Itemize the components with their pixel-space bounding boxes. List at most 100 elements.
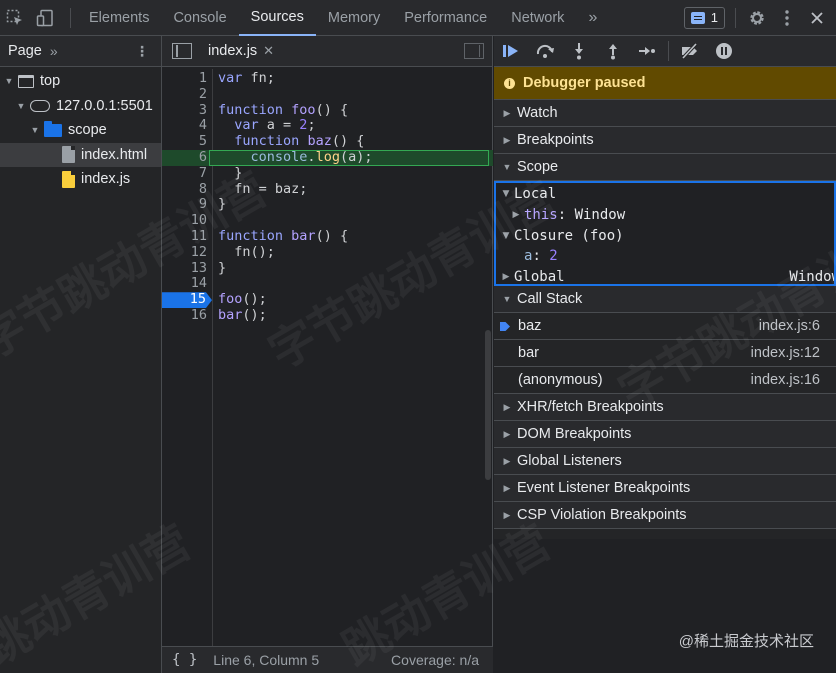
section-watch[interactable]: ▶ Watch — [494, 100, 836, 127]
toolbar-divider — [668, 41, 669, 61]
scope-local[interactable]: ▼ Local — [496, 184, 834, 205]
more-navigator-tabs-icon[interactable]: » — [50, 43, 58, 59]
section-event-listener-breakpoints[interactable]: ▶ Event Listener Breakpoints — [494, 475, 836, 502]
line-number[interactable]: 9 — [162, 197, 209, 213]
expand-triangle-icon[interactable]: ▼ — [16, 101, 26, 111]
close-tab-icon[interactable]: ✕ — [263, 43, 274, 59]
expand-triangle-icon: ▼ — [502, 162, 512, 172]
folder-icon — [44, 120, 62, 137]
code-line[interactable]: 9} — [162, 197, 493, 213]
tree-item-index-js[interactable]: index.js — [0, 167, 161, 192]
toggle-navigator-icon[interactable] — [172, 43, 192, 59]
section-global-listeners[interactable]: ▶ Global Listeners — [494, 448, 836, 475]
line-number[interactable]: 12 — [162, 244, 209, 261]
line-number[interactable]: 16 — [162, 307, 209, 324]
scope-global[interactable]: ▶ Global Window — [496, 267, 834, 284]
code-line[interactable]: 16 bar(); — [162, 307, 493, 324]
tab-network[interactable]: Network — [499, 0, 576, 36]
tab-elements[interactable]: Elements — [77, 0, 161, 36]
devtools-toolbar: Elements Console Sources Memory Performa… — [0, 0, 836, 36]
expand-triangle-icon[interactable]: ▼ — [30, 125, 40, 135]
section-xhr-breakpoints[interactable]: ▶ XHR/fetch Breakpoints — [494, 394, 836, 421]
issues-button[interactable]: 1 — [683, 6, 725, 29]
line-number[interactable]: 4 — [162, 118, 209, 134]
step-into-icon[interactable] — [562, 36, 596, 67]
code-line[interactable]: 13} — [162, 260, 493, 277]
line-number[interactable]: 7 — [162, 165, 209, 182]
line-number[interactable]: 11 — [162, 228, 209, 245]
section-label: Global Listeners — [517, 453, 622, 469]
line-number[interactable]: 8 — [162, 181, 209, 198]
code-text: var a = 2; — [234, 117, 316, 134]
tab-performance[interactable]: Performance — [392, 0, 499, 36]
section-csp-violation-breakpoints[interactable]: ▶ CSP Violation Breakpoints — [494, 502, 836, 529]
step-icon[interactable] — [630, 36, 664, 67]
section-label: Call Stack — [517, 291, 583, 307]
line-number[interactable]: 6 — [162, 149, 209, 166]
code-line[interactable]: 11 function bar() { — [162, 228, 493, 245]
code-line[interactable]: 5 function baz() { — [162, 133, 493, 150]
line-number[interactable]: 5 — [162, 133, 209, 150]
code-line[interactable]: 12 fn(); — [162, 244, 493, 261]
step-over-icon[interactable] — [528, 36, 562, 67]
issues-count: 1 — [710, 10, 718, 25]
section-call-stack[interactable]: ▼ Call Stack — [494, 286, 836, 313]
line-number[interactable]: 3 — [162, 102, 209, 119]
gear-icon[interactable] — [742, 0, 772, 36]
tab-page[interactable]: Page — [0, 43, 50, 59]
tab-sources[interactable]: Sources — [238, 0, 316, 36]
scope-closure[interactable]: ▼ Closure (foo) — [496, 225, 834, 246]
section-dom-breakpoints[interactable]: ▶ DOM Breakpoints — [494, 421, 836, 448]
frame-location[interactable]: index.js:6 — [759, 318, 820, 334]
code-line[interactable]: 3 function foo() { — [162, 102, 493, 119]
code-line[interactable]: 4 var a = 2; — [162, 117, 493, 134]
line-number[interactable]: 2 — [162, 86, 209, 103]
step-out-icon[interactable] — [596, 36, 630, 67]
editor-scrollbar[interactable] — [485, 330, 491, 480]
resume-icon[interactable] — [494, 36, 528, 67]
pretty-print-button[interactable]: { } — [172, 652, 197, 668]
toggle-debugger-icon[interactable] — [464, 43, 484, 59]
section-scope[interactable]: ▼ Scope — [494, 154, 836, 181]
device-toggle-icon[interactable] — [30, 0, 60, 36]
line-number[interactable]: 1 — [162, 70, 209, 87]
source-credit: @稀土掘金技术社区 — [678, 633, 814, 650]
scope-this[interactable]: ▶ this: Window — [496, 205, 834, 226]
breakpoint-marker[interactable]: 15 — [162, 292, 212, 308]
code-area[interactable]: 1 var fn; 2 3 function foo() {4 var a = 2; 5 … — [162, 69, 493, 646]
call-frame-baz[interactable]: baz index.js:6 — [494, 313, 836, 340]
file-tab-label: index.js — [208, 43, 258, 59]
kebab-icon[interactable] — [772, 0, 802, 36]
more-tabs-icon[interactable]: » — [576, 0, 609, 36]
tree-item-host[interactable]: ▼ 127.0.0.1:5501 — [0, 94, 161, 119]
editor-file-tab[interactable]: index.js ✕ — [202, 36, 280, 67]
code-line[interactable]: 10 — [162, 212, 493, 229]
code-line[interactable]: 15 foo(); — [162, 291, 493, 308]
expand-triangle-icon[interactable]: ▼ — [4, 76, 14, 86]
close-icon[interactable] — [802, 0, 832, 36]
tab-memory[interactable]: Memory — [316, 0, 392, 36]
code-line[interactable]: 8 fn = baz; — [162, 181, 493, 198]
tree-item-index-html[interactable]: index.html — [0, 142, 161, 167]
code-line[interactable]: 2 — [162, 86, 493, 103]
line-number[interactable]: 10 — [162, 212, 209, 229]
inspect-icon[interactable] — [0, 0, 30, 36]
pause-on-exceptions-icon[interactable] — [707, 36, 741, 67]
frame-location[interactable]: index.js:12 — [751, 345, 820, 361]
tree-item-scope-folder[interactable]: ▼ scope — [0, 118, 161, 143]
frame-location[interactable]: index.js:16 — [751, 372, 820, 388]
line-number[interactable]: 14 — [162, 276, 209, 292]
code-line[interactable]: 1 var fn; — [162, 70, 493, 87]
scope-var-a[interactable]: a: 2 — [496, 246, 834, 267]
call-frame-bar[interactable]: bar index.js:12 — [494, 340, 836, 367]
code-line[interactable]: 7 } — [162, 165, 493, 182]
code-line[interactable]: 6 console.log(a); — [162, 149, 493, 166]
section-breakpoints[interactable]: ▶ Breakpoints — [494, 127, 836, 154]
line-number[interactable]: 13 — [162, 260, 209, 277]
tree-item-top[interactable]: ▼ top — [0, 69, 161, 94]
code-line[interactable]: 14 — [162, 276, 493, 292]
tab-console[interactable]: Console — [161, 0, 238, 36]
call-frame-anonymous[interactable]: (anonymous) index.js:16 — [494, 367, 836, 394]
navigator-menu-icon[interactable]: ⋮ — [135, 43, 149, 60]
deactivate-breakpoints-icon[interactable] — [673, 36, 707, 67]
